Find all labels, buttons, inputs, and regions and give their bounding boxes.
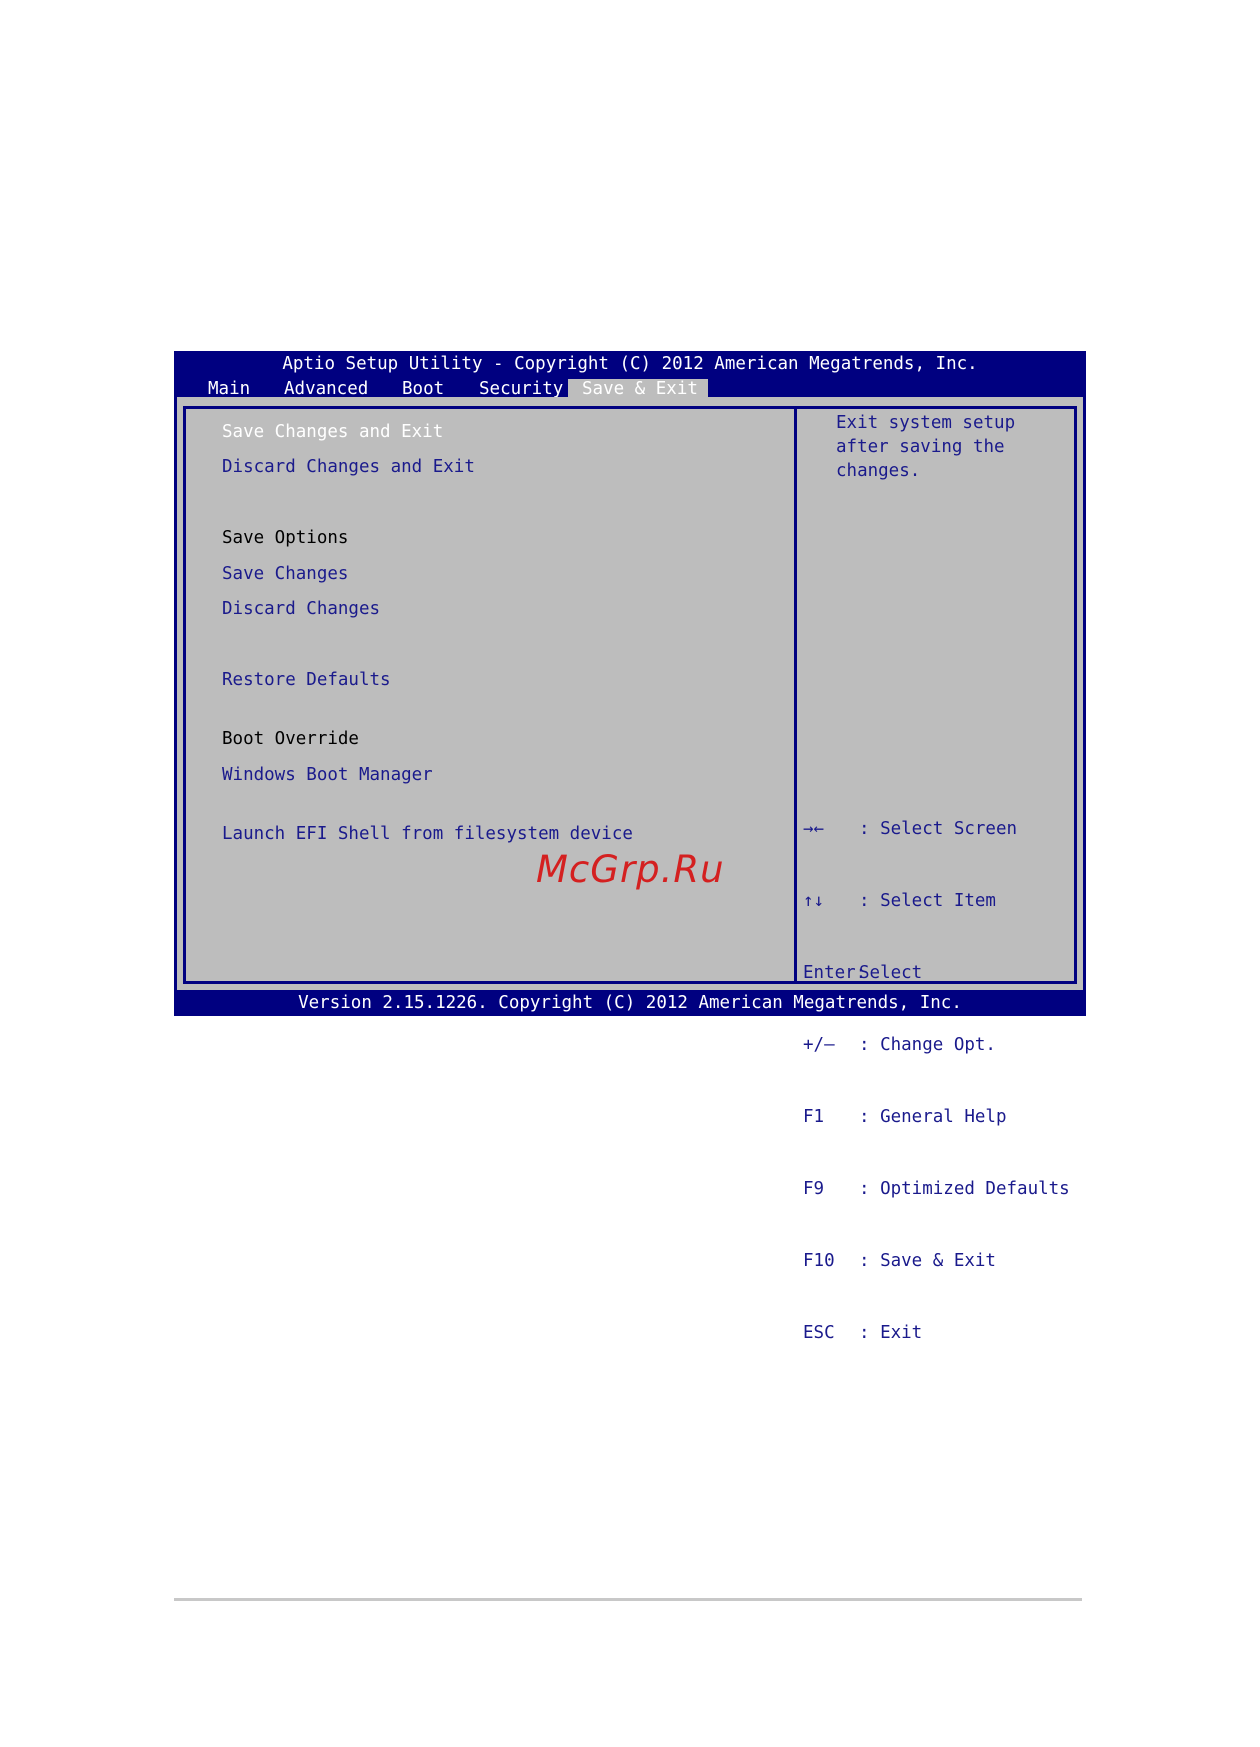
key-name: Enter: bbox=[803, 963, 867, 983]
key-row: F1 : General Help bbox=[803, 1105, 1070, 1129]
bios-setup-window: Aptio Setup Utility - Copyright (C) 2012… bbox=[174, 351, 1086, 1343]
page-divider bbox=[174, 1598, 1082, 1601]
key-row: ↑↓ : Select Item bbox=[803, 889, 1070, 913]
key-description: : Exit bbox=[859, 1323, 923, 1343]
menu-item-launch-efi-shell[interactable]: Launch EFI Shell from filesystem device bbox=[222, 823, 633, 845]
key-name: F1 bbox=[803, 1107, 825, 1127]
key-name: ESC bbox=[803, 1323, 835, 1343]
key-row: F10 : Save & Exit bbox=[803, 1249, 1070, 1273]
key-row: Enter: Select bbox=[803, 961, 1070, 985]
panel-divider bbox=[794, 406, 797, 984]
key-description: : Change Opt. bbox=[859, 1035, 996, 1055]
key-description: : Select Screen bbox=[859, 819, 1018, 839]
section-header-save-options: Save Options bbox=[222, 528, 349, 548]
key-name: →← bbox=[803, 819, 825, 839]
title-bar: Aptio Setup Utility - Copyright (C) 2012… bbox=[282, 354, 978, 374]
key-description: : General Help bbox=[859, 1107, 1007, 1127]
menu-item-restore-defaults[interactable]: Restore Defaults bbox=[222, 669, 391, 691]
menu-item-discard-changes[interactable]: Discard Changes bbox=[222, 598, 380, 620]
key-row: F9 : Optimized Defaults bbox=[803, 1177, 1070, 1201]
key-description: : Select Item bbox=[859, 891, 996, 911]
key-row: +/— : Change Opt. bbox=[803, 1033, 1070, 1057]
key-name: F9 bbox=[803, 1179, 825, 1199]
key-name: ↑↓ bbox=[803, 891, 825, 911]
watermark-logo: McGrp.Ru bbox=[536, 848, 725, 891]
help-text: Exit system setup after saving the chang… bbox=[836, 413, 1016, 481]
key-description: : Optimized Defaults bbox=[859, 1179, 1070, 1199]
footer-version: Version 2.15.1226. Copyright (C) 2012 Am… bbox=[298, 993, 962, 1013]
menu-item-save-changes-and-exit[interactable]: Save Changes and Exit bbox=[222, 421, 443, 443]
menu-item-discard-changes-and-exit[interactable]: Discard Changes and Exit bbox=[222, 456, 475, 478]
section-header-boot-override: Boot Override bbox=[222, 729, 359, 749]
key-name: +/— bbox=[803, 1035, 835, 1055]
menu-item-save-changes[interactable]: Save Changes bbox=[222, 563, 348, 585]
key-name: F10 bbox=[803, 1251, 835, 1271]
key-description: Select bbox=[859, 963, 923, 983]
key-description: : Save & Exit bbox=[859, 1251, 996, 1271]
key-legend: →← : Select Screen ↑↓ : Select Item Enter:… bbox=[803, 769, 1070, 1393]
menu-item-windows-boot-manager[interactable]: Windows Boot Manager bbox=[222, 764, 433, 786]
key-row: ESC : Exit bbox=[803, 1321, 1070, 1345]
key-row: →← : Select Screen bbox=[803, 817, 1070, 841]
